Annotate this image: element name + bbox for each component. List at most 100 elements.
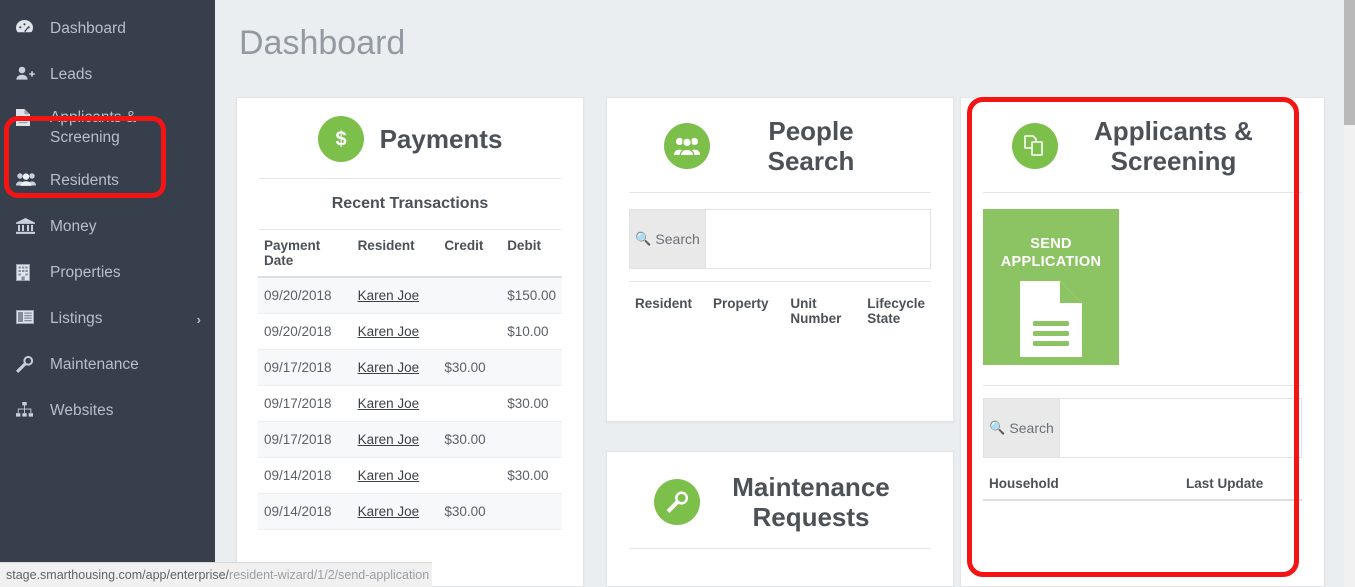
payments-card-header: $ Payments	[237, 98, 583, 178]
cell-resident: Karen Joe	[351, 385, 439, 422]
recent-transactions-subtitle: Recent Transactions	[331, 195, 489, 212]
cell-credit	[438, 277, 502, 314]
building-icon	[16, 264, 42, 281]
resident-link[interactable]: Karen Joe	[358, 432, 420, 447]
resident-link[interactable]: Karen Joe	[358, 504, 420, 519]
applicants-search-button-label: Search	[1009, 420, 1054, 436]
people-search-button[interactable]: 🔍 Search	[630, 210, 706, 268]
payments-table-wrap: Payment Date Resident Credit Debit 09/20…	[237, 230, 583, 530]
cell-debit: $150.00	[501, 277, 562, 314]
table-header-row: Household Last Update	[983, 468, 1302, 501]
sidebar-item-listings[interactable]: Listings ›	[0, 296, 215, 342]
resident-link[interactable]: Karen Joe	[358, 288, 420, 303]
list-window-icon	[16, 310, 42, 324]
applicants-search-input[interactable]	[1060, 399, 1301, 457]
table-row: 09/20/2018 Karen Joe $10.00	[258, 313, 562, 350]
sidebar-item-label: Money	[50, 218, 97, 235]
sidebar: Dashboard Leads Applicants & Screening R…	[0, 0, 215, 587]
people-search-box: 🔍 Search	[629, 209, 931, 269]
cell-date: 09/20/2018	[258, 277, 352, 314]
bank-icon	[16, 218, 42, 234]
sidebar-item-dashboard[interactable]: Dashboard	[0, 6, 215, 52]
user-plus-icon	[16, 66, 42, 80]
cell-debit	[501, 493, 562, 530]
applicants-table: Household Last Update	[983, 468, 1302, 501]
search-icon: 🔍	[989, 420, 1006, 435]
table-header-row: Resident Property Unit Number Lifecycle …	[629, 288, 931, 334]
table-row: 09/17/2018 Karen Joe $30.00	[258, 421, 562, 458]
people-table-wrap: Resident Property Unit Number Lifecycle …	[607, 269, 953, 334]
payments-table-body: 09/20/2018 Karen Joe $150.00 09/20/2018 …	[258, 277, 562, 530]
applicants-search-button[interactable]: 🔍 Search	[984, 399, 1060, 457]
sidebar-item-applicants-screening[interactable]: Applicants & Screening	[0, 98, 215, 158]
dollar-circle-icon: $	[317, 116, 364, 162]
cell-credit	[438, 385, 502, 422]
cell-date: 09/20/2018	[258, 313, 352, 350]
table-row: 09/14/2018 Karen Joe $30.00	[258, 457, 562, 494]
cell-credit: $30.00	[438, 493, 502, 530]
cell-credit: $30.00	[438, 349, 502, 386]
applicants-table-wrap: Household Last Update	[961, 458, 1324, 501]
cell-credit	[438, 457, 502, 494]
sidebar-item-label: Listings	[50, 310, 103, 327]
sidebar-item-maintenance[interactable]: Maintenance	[0, 342, 215, 388]
send-application-label-line1: SEND	[1030, 236, 1072, 252]
people-search-card-title: People Search	[767, 116, 855, 176]
column-header-property: Property	[713, 296, 769, 311]
resident-link[interactable]: Karen Joe	[358, 360, 420, 375]
cell-resident: Karen Joe	[351, 421, 439, 458]
divider	[983, 192, 1302, 193]
column-header-lifecycle-state: Lifecycle State	[867, 296, 925, 326]
cell-debit: $10.00	[501, 313, 562, 350]
cell-resident: Karen Joe	[351, 349, 439, 386]
payments-card: $ Payments Recent Transactions Payment D…	[236, 97, 584, 587]
vertical-scrollbar-thumb[interactable]	[1344, 0, 1355, 125]
sidebar-item-money[interactable]: Money	[0, 204, 215, 250]
people-search-card-header: People Search	[607, 98, 953, 192]
sidebar-item-leads[interactable]: Leads	[0, 52, 215, 98]
send-application-tile[interactable]: SEND APPLICATION	[983, 209, 1119, 365]
applicants-screening-card: Applicants & Screening SEND APPLICATION	[960, 97, 1325, 587]
cell-credit: $30.00	[438, 421, 502, 458]
applicants-card-title: Applicants & Screening	[1094, 116, 1253, 176]
cell-date: 09/14/2018	[258, 457, 352, 494]
cell-resident: Karen Joe	[351, 493, 439, 530]
column-header-last-update: Last Update	[1180, 468, 1302, 501]
sidebar-item-label: Properties	[50, 264, 121, 281]
status-bar-url-visible: stage.smarthousing.com/app/enterprise/	[6, 568, 230, 582]
divider	[629, 281, 931, 282]
applicants-card-header: Applicants & Screening	[961, 98, 1324, 192]
document-lines-icon	[1020, 281, 1082, 362]
chevron-right-icon: ›	[196, 312, 201, 327]
table-row: 09/17/2018 Karen Joe $30.00	[258, 385, 562, 422]
cell-debit: $30.00	[501, 385, 562, 422]
people-search-input[interactable]	[706, 210, 930, 268]
resident-link[interactable]: Karen Joe	[358, 324, 420, 339]
column-header-resident: Resident	[351, 230, 439, 278]
sidebar-item-websites[interactable]: Websites	[0, 388, 215, 434]
payments-table: Payment Date Resident Credit Debit 09/20…	[258, 230, 562, 530]
divider	[983, 385, 1302, 386]
sidebar-item-properties[interactable]: Properties	[0, 250, 215, 296]
status-bar-url: stage.smarthousing.com/app/enterprise/re…	[0, 562, 432, 587]
column-header-debit: Debit	[501, 230, 562, 278]
sidebar-item-label: Applicants & Screening	[50, 109, 137, 146]
sidebar-item-label: Leads	[50, 66, 93, 83]
column-header-resident: Resident	[635, 296, 693, 311]
cell-debit: $30.00	[501, 457, 562, 494]
svg-text:$: $	[335, 129, 346, 151]
payments-card-title: Payments	[379, 124, 503, 154]
applicants-search-box: 🔍 Search	[983, 398, 1302, 458]
column-header-payment-date: Payment Date	[258, 230, 352, 278]
column-header-unit-number: Unit Number	[790, 296, 842, 326]
people-search-table: Resident Property Unit Number Lifecycle …	[629, 288, 931, 334]
resident-link[interactable]: Karen Joe	[358, 396, 420, 411]
sidebar-item-residents[interactable]: Residents	[0, 158, 215, 204]
maintenance-requests-card: Maintenance Requests	[606, 451, 954, 587]
wrench-circle-icon	[654, 479, 700, 525]
sitemap-icon	[16, 402, 42, 417]
cell-date: 09/17/2018	[258, 385, 352, 422]
resident-link[interactable]: Karen Joe	[358, 468, 420, 483]
cell-debit	[501, 349, 562, 386]
cell-date: 09/14/2018	[258, 493, 352, 530]
